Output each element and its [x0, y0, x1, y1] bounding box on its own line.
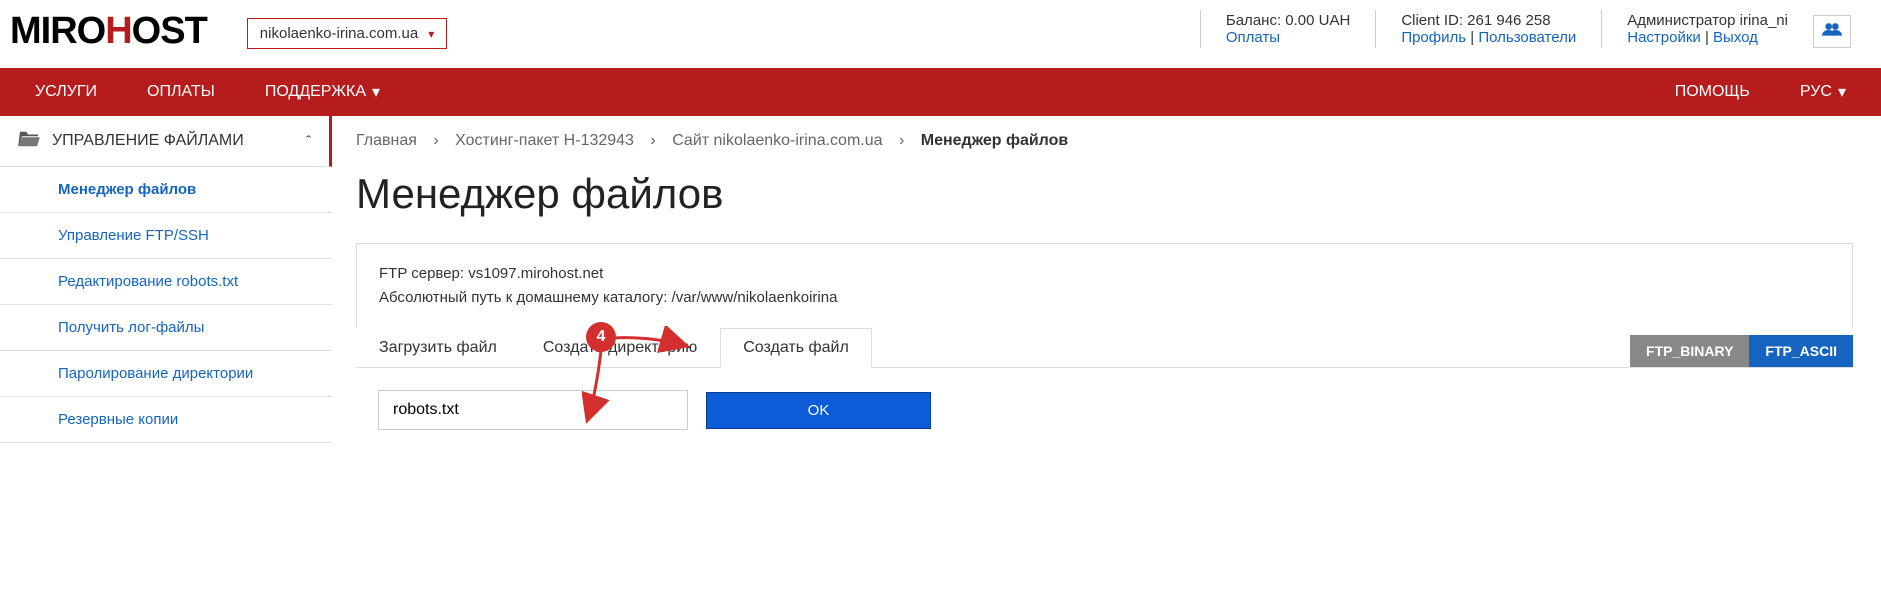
page-title: Менеджер файлов	[356, 170, 1853, 218]
chevron-right-icon: ›	[899, 132, 904, 149]
settings-link[interactable]: Настройки	[1627, 29, 1701, 46]
client-block: Client ID: 261 946 258 Профиль | Пользов…	[1375, 10, 1601, 48]
nav-services[interactable]: УСЛУГИ	[10, 83, 122, 101]
ok-button[interactable]: OK	[706, 392, 931, 429]
chevron-up-icon: ˆ	[306, 133, 311, 150]
breadcrumb-hosting[interactable]: Хостинг-пакет H-132943	[455, 132, 634, 149]
admin-block: Администратор irina_ni Настройки | Выход	[1601, 10, 1813, 48]
sidebar-item-password-dir[interactable]: Паролирование директории	[0, 351, 332, 397]
tab-create-directory[interactable]: Создать директорию	[520, 328, 720, 367]
chevron-right-icon: ›	[433, 132, 438, 149]
balance-block: Баланс: 0.00 UAH Оплаты	[1200, 10, 1375, 48]
sidebar-item-backups[interactable]: Резервные копии	[0, 397, 332, 443]
logo-text-3: OST	[132, 10, 207, 52]
logo-text-1: MIRO	[10, 10, 105, 52]
breadcrumb-current: Менеджер файлов	[921, 132, 1069, 149]
nav-lang[interactable]: РУС ▾	[1775, 82, 1871, 102]
sidebar-item-ftp-ssh[interactable]: Управление FTP/SSH	[0, 213, 332, 259]
abs-path-label: Абсолютный путь к домашнему каталогу: /v…	[379, 286, 1830, 310]
tab-upload-file[interactable]: Загрузить файл	[356, 328, 520, 367]
sidebar-title: УПРАВЛЕНИЕ ФАЙЛАМИ	[52, 132, 306, 150]
client-id-label: Client ID: 261 946 258	[1401, 12, 1576, 29]
nav-support[interactable]: ПОДДЕРЖКА ▾	[240, 82, 405, 102]
filename-input[interactable]	[378, 390, 688, 430]
ftp-binary-button[interactable]: FTP_BINARY	[1630, 335, 1749, 367]
header: MIROHOST nikolaenko-irina.com.ua ▾ Балан…	[0, 0, 1881, 53]
separator: |	[1705, 29, 1713, 46]
header-right: Баланс: 0.00 UAH Оплаты Client ID: 261 9…	[1200, 10, 1871, 48]
sidebar-item-robots[interactable]: Редактирование robots.txt	[0, 259, 332, 305]
content: Главная › Хостинг-пакет H-132943 › Сайт …	[332, 116, 1881, 472]
navbar: УСЛУГИ ОПЛАТЫ ПОДДЕРЖКА ▾ ПОМОЩЬ РУС ▾	[0, 68, 1881, 116]
breadcrumb: Главная › Хостинг-пакет H-132943 › Сайт …	[356, 132, 1853, 150]
sidebar-item-logs[interactable]: Получить лог-файлы	[0, 305, 332, 351]
profile-link[interactable]: Профиль	[1401, 29, 1466, 46]
main-area: УПРАВЛЕНИЕ ФАЙЛАМИ ˆ Менеджер файлов Упр…	[0, 116, 1881, 472]
admin-label: Администратор irina_ni	[1627, 12, 1788, 29]
folder-open-icon	[18, 130, 40, 152]
sidebar-item-file-manager[interactable]: Менеджер файлов	[0, 167, 332, 213]
logo-text-2: H	[105, 10, 131, 52]
ftp-ascii-button[interactable]: FTP_ASCII	[1749, 335, 1853, 367]
users-icon[interactable]	[1813, 15, 1851, 48]
breadcrumb-home[interactable]: Главная	[356, 132, 417, 149]
nav-help[interactable]: ПОМОЩЬ	[1650, 83, 1775, 101]
tab-create-file[interactable]: Создать файл	[720, 328, 872, 368]
domain-label: nikolaenko-irina.com.ua	[260, 25, 418, 42]
ftp-buttons: FTP_BINARY FTP_ASCII	[1630, 335, 1853, 367]
breadcrumb-site[interactable]: Сайт nikolaenko-irina.com.ua	[672, 132, 882, 149]
logo[interactable]: MIROHOST	[10, 10, 207, 53]
payments-link[interactable]: Оплаты	[1226, 29, 1280, 46]
nav-payments[interactable]: ОПЛАТЫ	[122, 83, 240, 101]
logout-link[interactable]: Выход	[1713, 29, 1758, 46]
domain-dropdown[interactable]: nikolaenko-irina.com.ua ▾	[247, 18, 447, 49]
users-link[interactable]: Пользователи	[1478, 29, 1576, 46]
chevron-down-icon: ▾	[428, 27, 434, 41]
sidebar-header[interactable]: УПРАВЛЕНИЕ ФАЙЛАМИ ˆ	[0, 116, 332, 167]
chevron-down-icon: ▾	[372, 82, 380, 102]
chevron-right-icon: ›	[650, 132, 655, 149]
balance-label: Баланс: 0.00 UAH	[1226, 12, 1350, 29]
sidebar: УПРАВЛЕНИЕ ФАЙЛАМИ ˆ Менеджер файлов Упр…	[0, 116, 332, 472]
tabs-row: Загрузить файл Создать директорию Создат…	[356, 328, 1853, 368]
chevron-down-icon: ▾	[1838, 82, 1846, 102]
info-box: FTP сервер: vs1097.mirohost.net Абсолютн…	[356, 243, 1853, 328]
create-file-form: OK	[356, 368, 1853, 452]
ftp-server-label: FTP сервер: vs1097.mirohost.net	[379, 262, 1830, 286]
